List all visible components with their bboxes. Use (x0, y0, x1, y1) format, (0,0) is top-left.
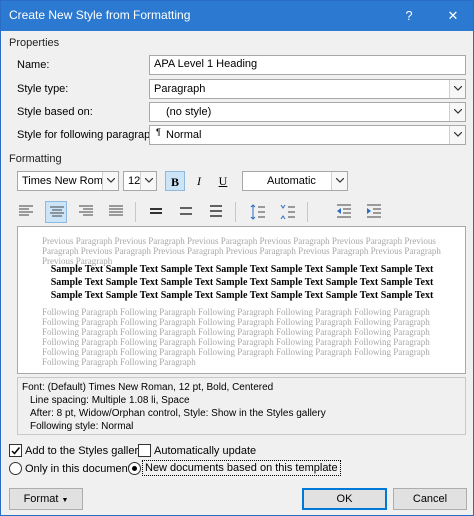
style-type-label: Style type: (17, 83, 69, 95)
font-color-select[interactable]: Automatic (242, 171, 348, 191)
checkmark-icon (11, 447, 21, 455)
based-on-label: Style based on: (17, 106, 93, 118)
following-paragraph-preview: Following Paragraph Following Paragraph … (42, 307, 430, 367)
underline-button[interactable]: U (213, 171, 233, 191)
name-label: Name: (17, 59, 50, 71)
align-right-button[interactable] (75, 201, 97, 223)
increase-spacing-icon (250, 204, 265, 220)
toolbar-divider (307, 202, 308, 222)
style-description: Font: (Default) Times New Roman, 12 pt, … (17, 377, 466, 435)
only-this-document-label: Only in this document (25, 463, 131, 475)
following-style-label: Style for following paragraph: (17, 129, 160, 141)
format-button[interactable]: Format ▼ (9, 488, 83, 510)
decrease-paragraph-spacing-button[interactable] (277, 201, 299, 223)
justify-button[interactable] (105, 201, 127, 223)
based-on-select[interactable]: (no style) (149, 102, 466, 122)
add-to-gallery-checkbox[interactable] (9, 444, 22, 457)
justify-icon (109, 205, 123, 216)
style-type-select[interactable]: Paragraph (149, 79, 466, 99)
chevron-down-icon (331, 172, 347, 190)
based-on-value: (no style) (166, 106, 212, 118)
previous-paragraph-preview: Previous Paragraph Previous Paragraph Pr… (42, 236, 441, 266)
formatting-section-label: Formatting (9, 153, 62, 165)
description-line: Following style: Normal (30, 421, 134, 432)
create-style-dialog: Create New Style from Formatting ? ✕ Pro… (0, 0, 474, 516)
align-center-icon (50, 206, 64, 217)
help-button[interactable]: ? (391, 1, 427, 31)
add-to-gallery-label: Add to the Styles gallery (25, 445, 144, 457)
toolbar-divider (235, 202, 236, 222)
auto-update-label: Automatically update (154, 445, 257, 457)
decrease-spacing-icon (280, 204, 295, 220)
only-this-document-radio[interactable] (9, 462, 22, 475)
new-documents-label: New documents based on this template (142, 460, 341, 476)
caret-down-icon: ▼ (61, 497, 69, 504)
chevron-down-icon (449, 103, 465, 121)
decrease-indent-icon (337, 204, 351, 218)
chevron-down-icon (449, 126, 465, 144)
dialog-title: Create New Style from Formatting (9, 8, 191, 22)
align-left-icon (19, 205, 33, 216)
description-line: After: 8 pt, Widow/Orphan control, Style… (30, 408, 326, 419)
font-color-value: Automatic (267, 175, 316, 187)
description-line: Font: (Default) Times New Roman, 12 pt, … (22, 382, 274, 393)
increase-indent-button[interactable] (363, 201, 385, 223)
one-half-spacing-icon (180, 207, 192, 215)
chevron-down-icon (140, 172, 156, 190)
close-button[interactable]: ✕ (435, 1, 471, 31)
single-spacing-button[interactable] (145, 201, 167, 223)
align-center-button[interactable] (45, 201, 67, 223)
bold-button[interactable]: B (165, 171, 185, 191)
description-line: Line spacing: Multiple 1.08 li, Space (30, 395, 190, 406)
style-type-value: Paragraph (154, 83, 206, 95)
auto-update-checkbox[interactable] (138, 444, 151, 457)
font-size-select[interactable]: 12 (123, 171, 157, 191)
italic-button[interactable]: I (189, 171, 209, 191)
align-left-button[interactable] (15, 201, 37, 223)
chevron-down-icon (449, 80, 465, 98)
increase-indent-icon (367, 204, 381, 218)
cancel-button[interactable]: Cancel (393, 488, 467, 510)
style-preview: Previous Paragraph Previous Paragraph Pr… (17, 226, 466, 374)
new-documents-radio[interactable] (128, 462, 141, 475)
single-spacing-icon (150, 208, 162, 214)
double-spacing-button[interactable] (205, 201, 227, 223)
title-bar: Create New Style from Formatting ? ✕ (1, 1, 473, 31)
following-style-select[interactable]: ¶ Normal (149, 125, 466, 145)
double-spacing-icon (210, 205, 222, 217)
one-half-spacing-button[interactable] (175, 201, 197, 223)
font-size-value: 12 (128, 175, 141, 187)
sample-text-preview: Sample Text Sample Text Sample Text Samp… (50, 264, 434, 301)
chevron-down-icon (102, 172, 118, 190)
format-button-label: Format (23, 493, 59, 505)
align-right-icon (79, 205, 93, 216)
font-name-select[interactable]: Times New Roman (17, 171, 119, 191)
paragraph-mark-icon: ¶ (156, 127, 161, 137)
properties-section-label: Properties (9, 37, 60, 49)
decrease-indent-button[interactable] (333, 201, 355, 223)
toolbar-divider (135, 202, 136, 222)
following-style-value: Normal (166, 129, 202, 141)
increase-paragraph-spacing-button[interactable] (247, 201, 269, 223)
name-field[interactable]: APA Level 1 Heading (149, 55, 466, 75)
ok-button[interactable]: OK (302, 488, 387, 510)
